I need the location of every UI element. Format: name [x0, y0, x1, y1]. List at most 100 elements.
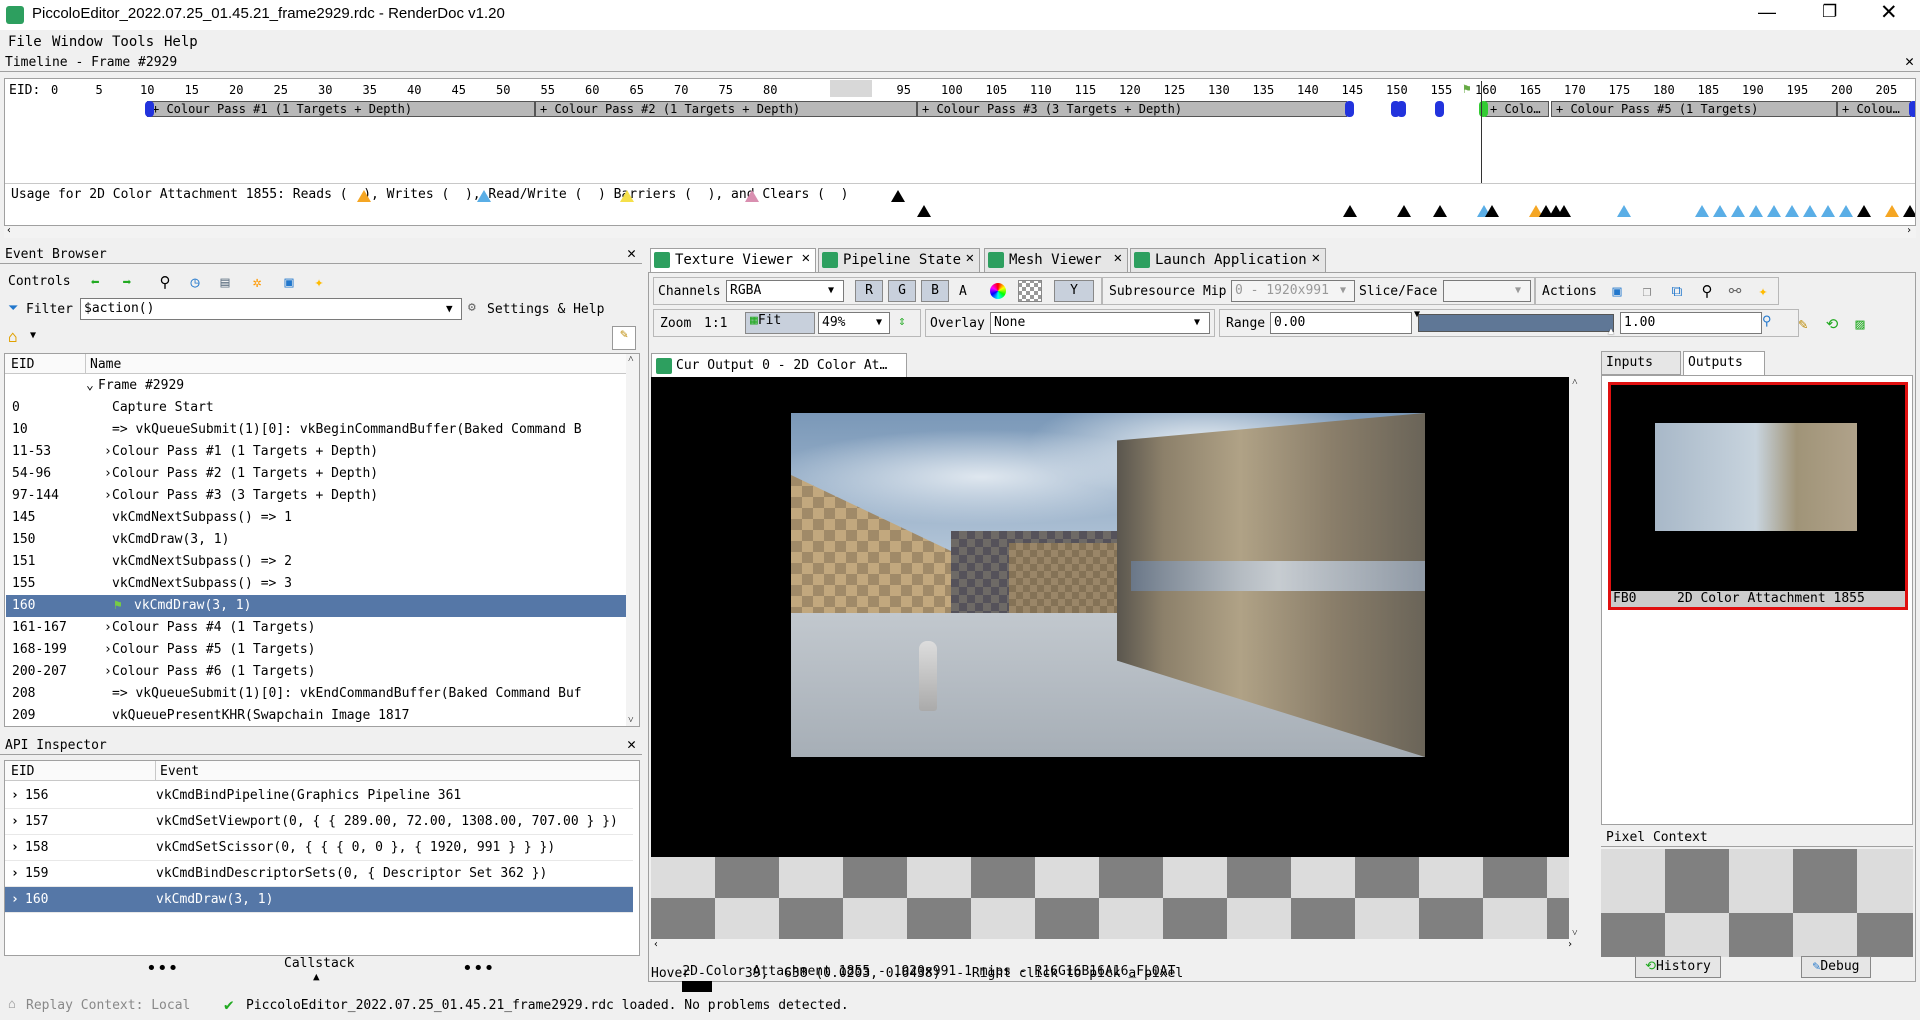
timeline-pass-1[interactable]: + Colour Pass #1 (1 Targets + Depth) — [147, 101, 535, 117]
event-row[interactable]: 160 ⚑ vkCmdDraw(3, 1) — [6, 595, 627, 617]
timeline-scrollbar[interactable]: ‹ › — [4, 225, 1916, 238]
canvas-scroll-right-icon[interactable]: › — [1567, 939, 1573, 950]
timeline-event-marker[interactable] — [1397, 101, 1406, 117]
timeline-pass-3[interactable]: + Colour Pass #3 (3 Targets + Depth) — [917, 101, 1347, 117]
event-list-scrollbar[interactable]: ˄ ˅ — [626, 354, 639, 726]
timeline-event-marker[interactable] — [1435, 101, 1444, 117]
find-icon[interactable]: ⚲ — [1696, 280, 1718, 302]
canvas-scroll-down-icon[interactable]: ˅ — [1572, 928, 1578, 939]
gear-icon[interactable]: ✲ — [246, 271, 268, 293]
callstack-right-handle[interactable]: ••• — [462, 958, 495, 979]
maximize-icon[interactable]: ❐ — [1822, 2, 1837, 22]
copy-icon[interactable]: ❐ — [1636, 280, 1658, 302]
chevron-right-icon[interactable]: › — [11, 809, 19, 835]
chevron-right-icon[interactable]: › — [104, 485, 112, 507]
range-slider[interactable] — [1418, 314, 1614, 332]
save-icon[interactable]: ▣ — [278, 271, 300, 293]
chevron-down-icon[interactable]: ⌄ — [86, 375, 94, 397]
overlay-select[interactable]: None — [990, 312, 1210, 334]
column-name-label[interactable]: Name — [90, 357, 121, 372]
link-icon[interactable]: ⚯ — [1724, 280, 1746, 302]
channel-a-button[interactable]: A — [959, 284, 967, 299]
usage-marker-write[interactable] — [1839, 205, 1853, 217]
usage-marker-write[interactable] — [1731, 205, 1745, 217]
timeline-pass-6[interactable]: + Colou… — [1837, 101, 1911, 117]
scroll-down-icon[interactable]: ˅ — [628, 715, 634, 726]
usage-marker-clear[interactable] — [1903, 205, 1915, 217]
edit-note-icon[interactable]: ✎ — [612, 326, 636, 350]
chevron-right-icon[interactable]: › — [11, 861, 19, 887]
channel-g-button[interactable]: G — [888, 280, 916, 302]
tab-launch-application[interactable]: Launch Application ✕ — [1130, 248, 1326, 272]
chevron-right-icon[interactable]: › — [11, 783, 19, 809]
channel-r-button[interactable]: R — [855, 280, 883, 302]
scroll-up-icon[interactable]: ˄ — [628, 354, 634, 365]
scroll-left-icon[interactable]: ‹ — [6, 225, 12, 236]
chevron-right-icon[interactable]: › — [104, 617, 112, 639]
color-wheel-icon[interactable] — [990, 283, 1006, 299]
usage-marker-write[interactable] — [1695, 205, 1709, 217]
column-eid[interactable]: EID — [11, 357, 34, 372]
inputs-tab[interactable]: Inputs — [1601, 351, 1681, 375]
event-row[interactable]: ⌄ Frame #2929 — [6, 375, 627, 397]
close-icon[interactable]: ✕ — [1880, 0, 1898, 25]
callstack-expand-icon[interactable]: ▲ — [313, 970, 320, 983]
usage-marker-write[interactable] — [1821, 205, 1835, 217]
channels-select[interactable]: RGBA — [726, 280, 844, 302]
api-row[interactable]: › 159 vkCmdBindDescriptorSets(0, { Descrip… — [5, 861, 633, 887]
event-row[interactable]: 208 => vkQueueSubmit(1)[0]: vkEndCommandB… — [6, 683, 627, 705]
fit-button[interactable]: ▦Fit — [745, 312, 815, 334]
clock-icon[interactable]: ◷ — [184, 271, 206, 293]
timeline-pass-5[interactable]: + Colour Pass #5 (1 Targets) — [1551, 101, 1837, 117]
histogram-icon[interactable]: ▨ — [1849, 313, 1871, 335]
history-button[interactable]: ⟲History — [1635, 956, 1721, 978]
pixel-context-grid[interactable] — [1601, 849, 1913, 957]
event-row[interactable]: 0 Capture Start — [6, 397, 627, 419]
api-column-event[interactable]: Event — [160, 764, 199, 779]
replay-context-label[interactable]: Replay Context: Local — [26, 998, 190, 1013]
canvas-scroll-up-icon[interactable]: ˄ — [1572, 377, 1578, 388]
home-icon[interactable]: ⌂ — [8, 327, 18, 346]
scroll-right-icon[interactable]: › — [1906, 225, 1912, 236]
usage-marker-clear[interactable] — [1433, 205, 1447, 217]
usage-marker-read[interactable] — [1885, 205, 1899, 217]
output-thumbnail[interactable]: FB0 2D Color Attachment 1855 — [1608, 382, 1908, 610]
reset-range-icon[interactable]: ⟲ — [1821, 313, 1843, 335]
zoom-range-icon[interactable]: ⚲ — [1762, 314, 1772, 329]
save-texture-icon[interactable]: ▣ — [1606, 280, 1628, 302]
event-browser-close-icon[interactable]: ✕ — [627, 244, 636, 262]
callstack-left-handle[interactable]: ••• — [146, 958, 179, 979]
mip-dropdown-icon[interactable]: ▼ — [1340, 285, 1346, 296]
channels-dropdown-icon[interactable]: ▼ — [828, 285, 834, 296]
usage-marker-write[interactable] — [1713, 205, 1727, 217]
timeline-event-marker[interactable] — [1909, 101, 1915, 117]
api-row[interactable]: › 160 vkCmdDraw(3, 1) — [5, 887, 633, 913]
event-row[interactable]: 209 vkQueuePresentKHR(Swapchain Image 181… — [6, 705, 627, 726]
chevron-right-icon[interactable]: › — [104, 639, 112, 661]
tab-mesh-viewer[interactable]: Mesh Viewer ✕ — [984, 248, 1128, 272]
arrow-right-icon[interactable]: ➡ — [116, 271, 138, 293]
range-black-handle[interactable]: ▼ — [1414, 309, 1420, 320]
chevron-right-icon[interactable]: › — [104, 463, 112, 485]
event-row[interactable]: 150 vkCmdDraw(3, 1) — [6, 529, 627, 551]
event-row[interactable]: 151 vkCmdNextSubpass() => 2 — [6, 551, 627, 573]
zoom-1to1-button[interactable]: 1:1 — [704, 316, 727, 331]
usage-marker-clear[interactable] — [1485, 205, 1499, 217]
minimize-icon[interactable]: — — [1758, 2, 1776, 23]
event-row[interactable]: 161-167 › Colour Pass #4 (1 Targets) — [6, 617, 627, 639]
debug-button[interactable]: ✎Debug — [1801, 956, 1871, 978]
tab-close-icon[interactable]: ✕ — [1114, 250, 1122, 266]
usage-marker-write[interactable] — [1749, 205, 1763, 217]
mip-select[interactable]: 0 - 1920x991 — [1231, 280, 1355, 302]
chevron-right-icon[interactable]: › — [104, 661, 112, 683]
menu-file[interactable]: File — [8, 34, 42, 50]
menu-tools[interactable]: Tools — [112, 34, 154, 50]
timeline-panel[interactable]: EID: 05101520253035404550556065707580899… — [4, 78, 1916, 226]
settings-help-button[interactable]: Settings & Help — [487, 302, 604, 317]
tab-pipeline-state[interactable]: Pipeline State ✕ — [818, 248, 980, 272]
event-row[interactable]: 200-207 › Colour Pass #6 (1 Targets) — [6, 661, 627, 683]
home-dropdown-icon[interactable]: ▼ — [30, 330, 36, 341]
api-row[interactable]: › 156 vkCmdBindPipeline(Graphics Pipeline … — [5, 783, 633, 809]
api-column-eid[interactable]: EID — [11, 764, 34, 779]
usage-marker-clear[interactable] — [1857, 205, 1871, 217]
